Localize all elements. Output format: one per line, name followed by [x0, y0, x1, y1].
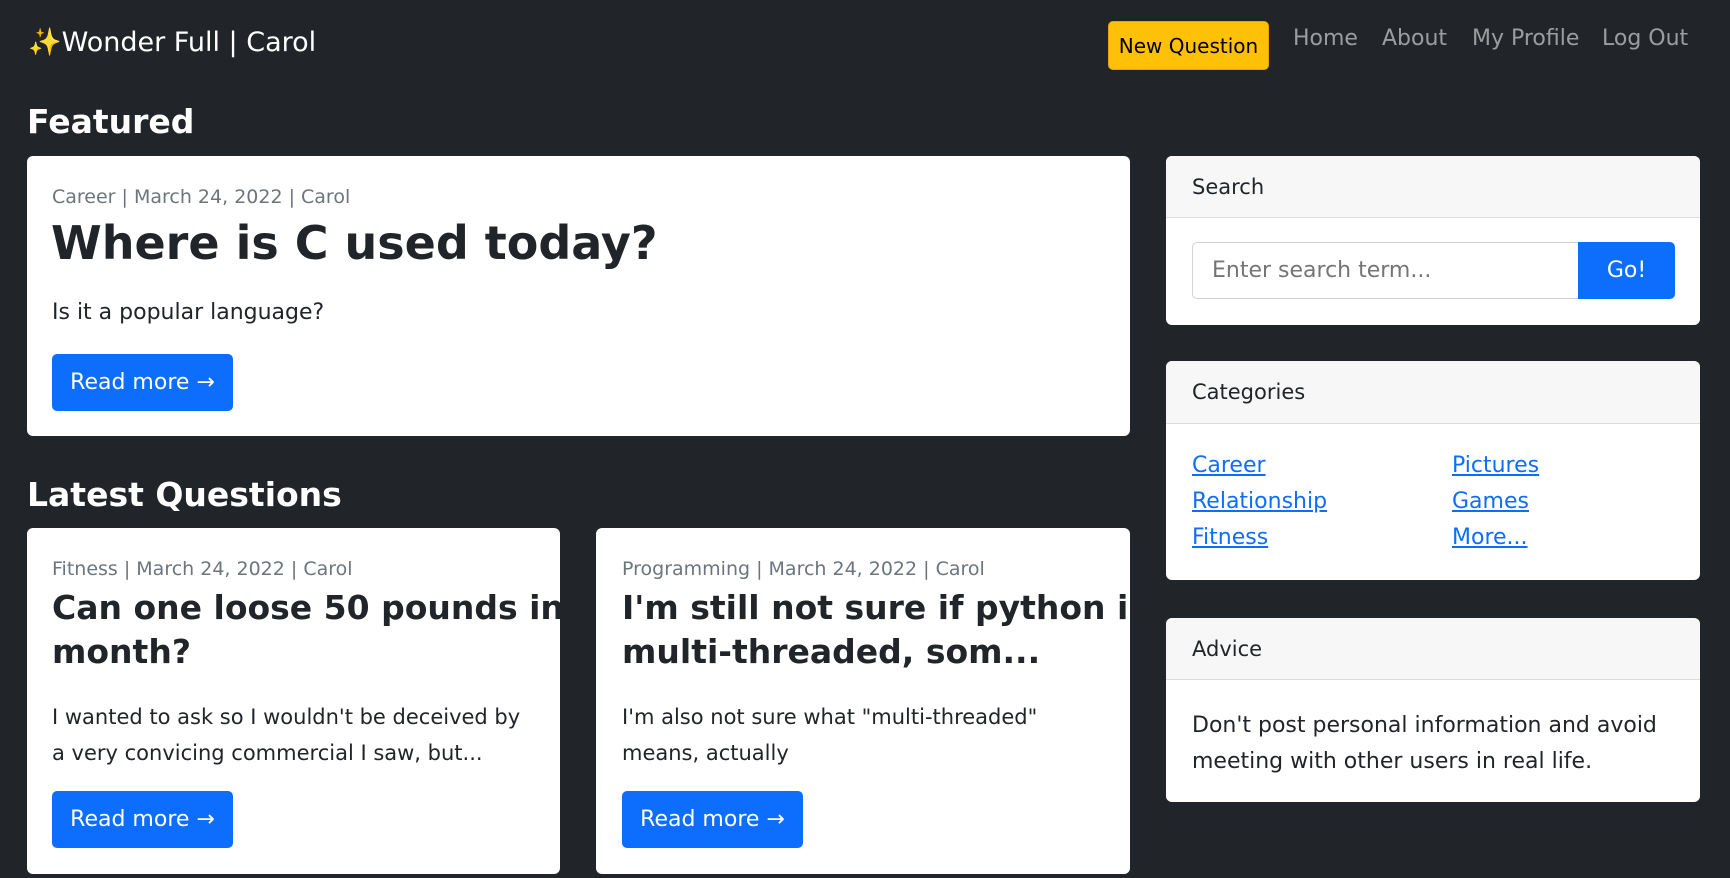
- navbar: ✨Wonder Full | Carol New Question Home A…: [0, 0, 1730, 94]
- post-card: Programming | March 24, 2022 | Carol I'm…: [596, 528, 1148, 874]
- post-read-more-button[interactable]: Read more →: [52, 791, 233, 848]
- featured-excerpt: Is it a popular language?: [52, 300, 325, 325]
- advice-text: Don't post personal information and avoi…: [1192, 708, 1657, 780]
- categories-card-header: Categories: [1166, 361, 1700, 424]
- post-title-line: I'm still not sure if python is: [622, 588, 1148, 627]
- featured-read-more-button[interactable]: Read more →: [52, 354, 233, 411]
- brand-text: ✨Wonder Full | Carol: [28, 27, 317, 58]
- new-question-button[interactable]: New Question: [1108, 21, 1269, 70]
- search-card-header: Search: [1166, 156, 1700, 218]
- post-meta: Programming | March 24, 2022 | Carol: [622, 558, 985, 580]
- category-link-fitness[interactable]: Fitness: [1192, 525, 1268, 550]
- post-read-more-button[interactable]: Read more →: [622, 791, 803, 848]
- featured-meta: Career | March 24, 2022 | Carol: [52, 186, 351, 208]
- brand-link[interactable]: ✨Wonder Full | Carol: [28, 26, 316, 58]
- nav-my-profile-link[interactable]: My Profile: [1472, 26, 1579, 51]
- post-card: Fitness | March 24, 2022 | Carol Can one…: [27, 528, 598, 874]
- category-link-pictures[interactable]: Pictures: [1452, 453, 1539, 478]
- nav-about-link[interactable]: About: [1382, 26, 1447, 51]
- post-title: I'm still not sure if python is multi-th…: [622, 586, 1148, 674]
- post-title-line: multi-threaded, som...: [622, 632, 1041, 671]
- post-excerpt: I'm also not sure what "multi-threaded" …: [622, 699, 1037, 771]
- post-excerpt-line: a very convicing commercial I saw, but..…: [52, 741, 483, 765]
- category-link-career[interactable]: Career: [1192, 453, 1266, 478]
- post-meta: Fitness | March 24, 2022 | Carol: [52, 558, 353, 580]
- featured-heading: Featured: [27, 102, 195, 141]
- category-link-games[interactable]: Games: [1452, 489, 1529, 514]
- post-title-line: month?: [52, 632, 191, 671]
- post-excerpt-line: I wanted to ask so I wouldn't be deceive…: [52, 705, 521, 729]
- post-title-line: Can one loose 50 pounds in a: [52, 588, 598, 627]
- advice-text-line: meeting with other users in real life.: [1192, 749, 1593, 774]
- search-go-button[interactable]: Go!: [1578, 242, 1675, 299]
- nav-home-link[interactable]: Home: [1293, 26, 1358, 51]
- advice-card: Advice Don't post personal information a…: [1166, 618, 1700, 802]
- post-excerpt: I wanted to ask so I wouldn't be deceive…: [52, 699, 520, 771]
- featured-title: Where is C used today?: [51, 216, 658, 270]
- latest-questions-heading: Latest Questions: [27, 475, 342, 514]
- post-title: Can one loose 50 pounds in a month?: [52, 586, 598, 674]
- search-input[interactable]: [1192, 242, 1578, 299]
- advice-card-header: Advice: [1166, 618, 1700, 680]
- categories-card: Categories Career Pictures Relationship …: [1166, 361, 1700, 580]
- post-excerpt-line: means, actually: [622, 741, 789, 765]
- category-link-more[interactable]: More...: [1452, 525, 1528, 550]
- advice-text-line: Don't post personal information and avoi…: [1192, 713, 1657, 738]
- search-card: Search Go!: [1166, 156, 1700, 325]
- nav-log-out-link[interactable]: Log Out: [1602, 26, 1688, 51]
- post-excerpt-line: I'm also not sure what "multi-threaded": [622, 705, 1038, 729]
- category-link-relationship[interactable]: Relationship: [1192, 489, 1327, 514]
- featured-card: Career | March 24, 2022 | Carol Where is…: [27, 156, 1130, 436]
